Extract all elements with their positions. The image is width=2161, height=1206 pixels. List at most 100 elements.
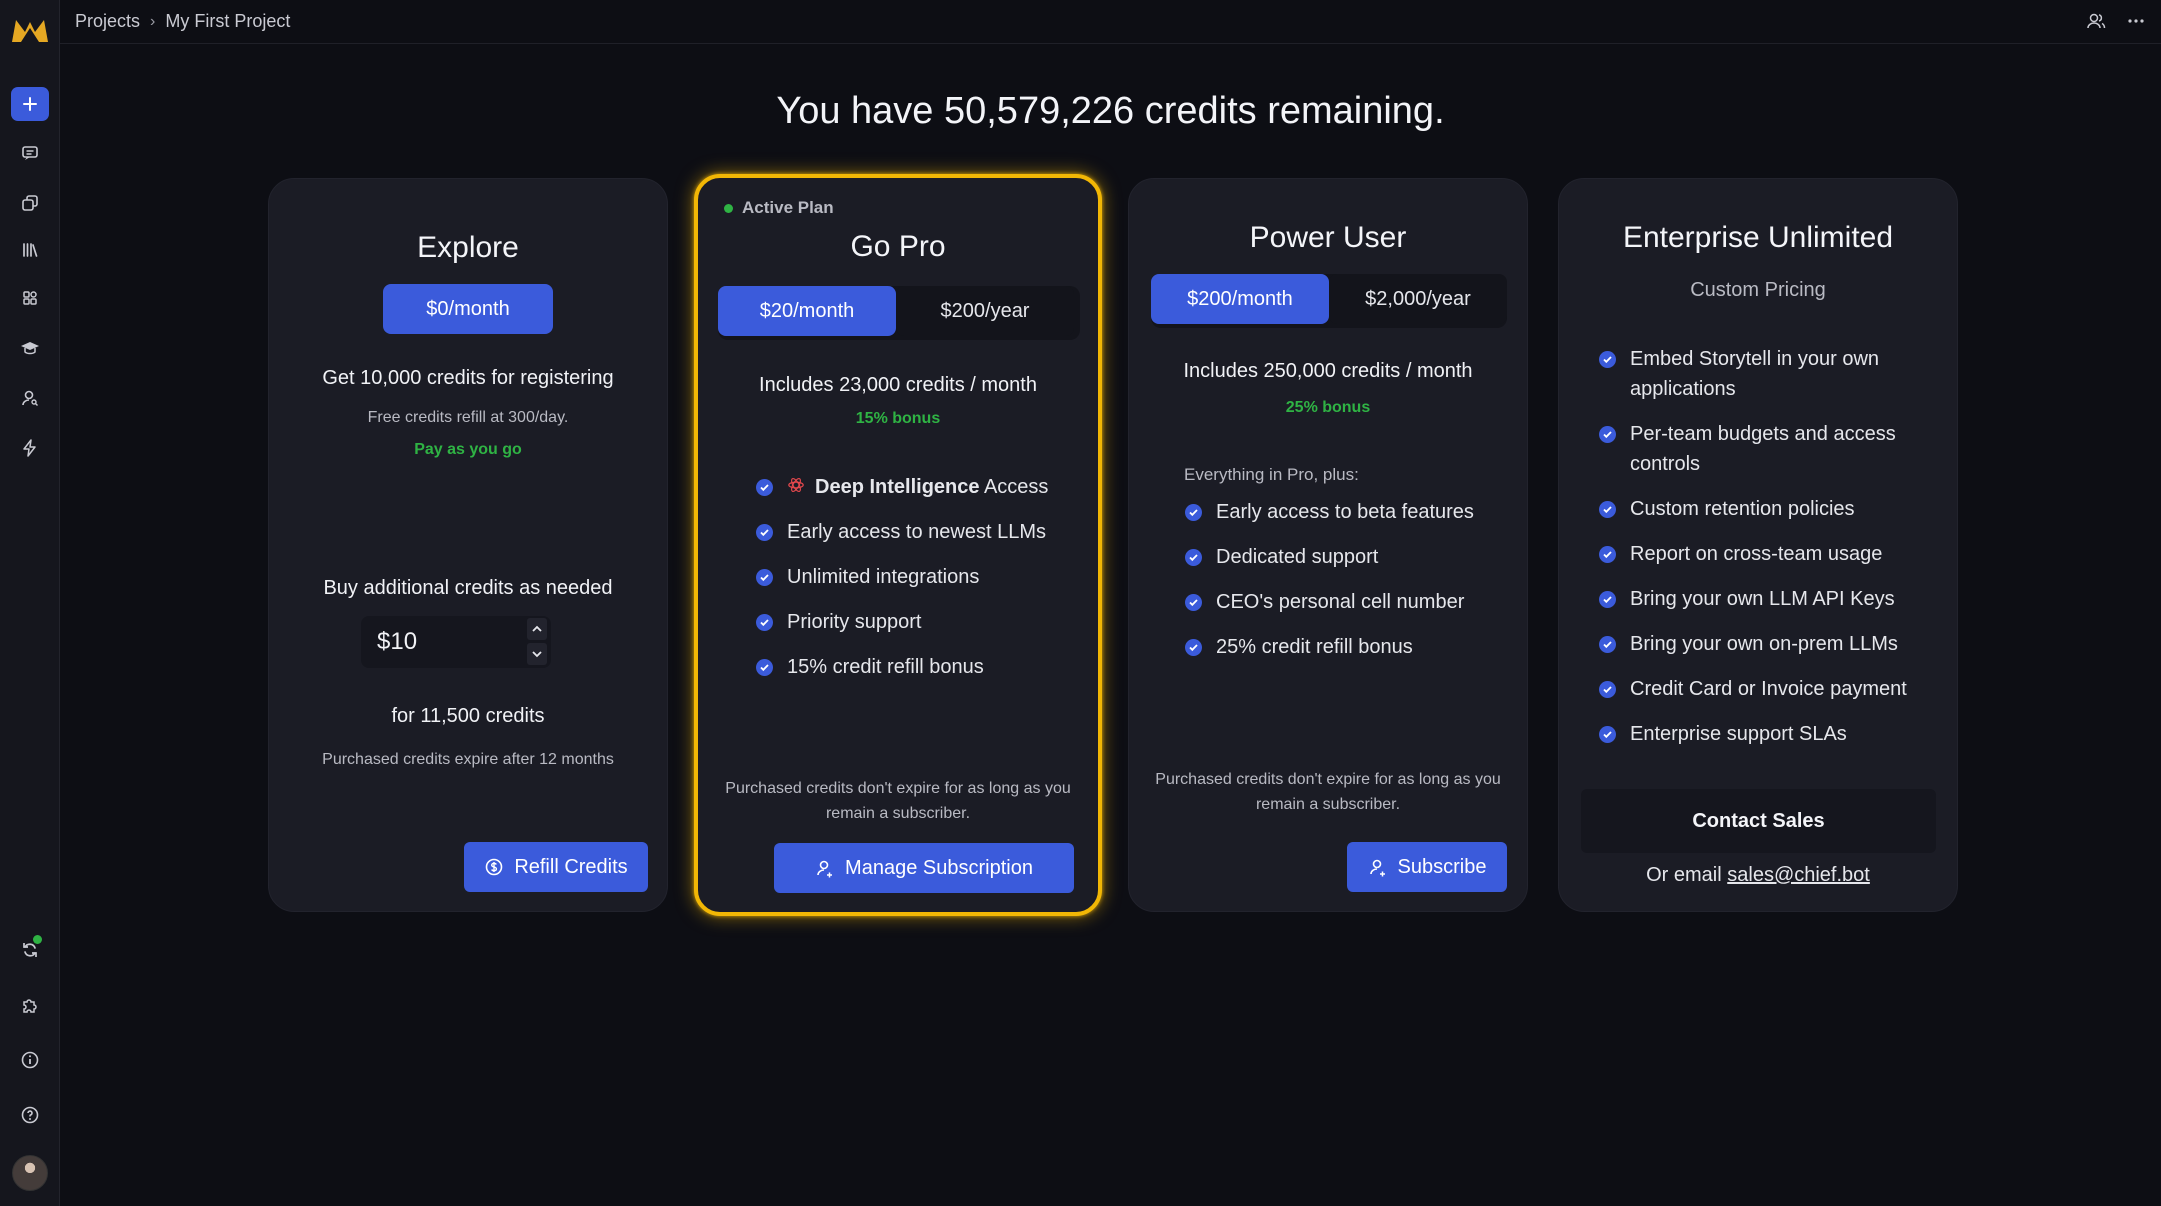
user-avatar[interactable] xyxy=(12,1155,48,1191)
feature-item: Enterprise support SLAs xyxy=(1599,719,1934,749)
help-icon xyxy=(21,1106,39,1124)
refill-credits-button[interactable]: Refill Credits xyxy=(464,842,648,892)
buy-credits-heading: Buy additional credits as needed xyxy=(323,577,613,599)
bolt-icon xyxy=(23,439,36,457)
atom-icon xyxy=(788,478,804,492)
enterprise-feature-list: Embed Storytell in your own applications… xyxy=(1599,344,1934,764)
check-icon xyxy=(1599,501,1616,518)
sidebar-integrations-button[interactable] xyxy=(11,988,49,1022)
chevron-down-icon xyxy=(532,651,542,658)
credit-amount-value[interactable]: $10 xyxy=(377,628,417,656)
sidebar-sync-button[interactable] xyxy=(11,933,49,967)
manage-subscription-button[interactable]: Manage Subscription xyxy=(774,843,1074,893)
check-icon xyxy=(756,524,773,541)
check-icon xyxy=(1599,351,1616,368)
registration-credits-text: Get 10,000 credits for registering xyxy=(322,367,614,389)
sidebar xyxy=(0,0,60,1206)
sidebar-bolt-button[interactable] xyxy=(11,431,49,465)
graduation-cap-icon xyxy=(21,342,39,355)
topbar: Projects › My First Project xyxy=(60,0,2161,44)
plus-icon xyxy=(23,97,37,111)
more-icon[interactable] xyxy=(2125,10,2147,32)
feature-item: Early access to newest LLMs xyxy=(756,517,1048,547)
stepper-arrows xyxy=(527,618,547,666)
power-feature-list: Early access to beta features Dedicated … xyxy=(1185,497,1474,677)
check-icon xyxy=(1599,591,1616,608)
refill-rate-text: Free credits refill at 300/day. xyxy=(367,409,569,426)
sidebar-help-button[interactable] xyxy=(11,1098,49,1132)
crown-logo-icon[interactable] xyxy=(11,16,49,44)
check-icon xyxy=(756,479,773,496)
plan-title: Explore xyxy=(417,231,519,264)
check-icon xyxy=(1185,549,1202,566)
check-icon xyxy=(756,614,773,631)
puzzle-icon xyxy=(23,999,37,1013)
pro-monthly-option[interactable]: $20/month xyxy=(718,286,896,336)
active-status-dot xyxy=(724,203,733,213)
check-icon xyxy=(1599,636,1616,653)
feature-text: Per-team budgets and access controls xyxy=(1630,423,1896,475)
check-icon xyxy=(1185,594,1202,611)
increment-button[interactable] xyxy=(527,618,547,640)
subscribe-button[interactable]: Subscribe xyxy=(1347,842,1507,892)
email-prefix: Or email xyxy=(1646,864,1728,886)
feature-item: CEO's personal cell number xyxy=(1185,587,1474,617)
check-icon xyxy=(1599,546,1616,563)
plan-card-explore: Explore $0/month Get 10,000 credits for … xyxy=(268,178,668,912)
plan-title: Enterprise Unlimited xyxy=(1622,221,1894,254)
sidebar-apps-button[interactable] xyxy=(11,281,49,315)
feature-text: Enterprise support SLAs xyxy=(1630,723,1847,745)
refill-credits-label: Refill Credits xyxy=(514,855,628,878)
plan-card-power-user: Power User $200/month $2,000/year Includ… xyxy=(1128,178,1528,912)
manage-subscription-label: Manage Subscription xyxy=(845,856,1033,879)
plan-card-enterprise: Enterprise Unlimited Custom Pricing Embe… xyxy=(1558,178,1958,912)
explore-price-button[interactable]: $0/month xyxy=(383,284,553,334)
expiry-note: Purchased credits expire after 12 months xyxy=(322,751,614,768)
feature-text: Early access to newest LLMs xyxy=(787,521,1046,543)
feature-strong-text: Deep Intelligence xyxy=(815,476,980,498)
sidebar-info-button[interactable] xyxy=(11,1043,49,1077)
breadcrumb-projects[interactable]: Projects xyxy=(75,11,140,32)
breadcrumb-current[interactable]: My First Project xyxy=(165,11,290,32)
feature-item: 15% credit refill bonus xyxy=(756,652,1048,682)
everything-in-pro-heading: Everything in Pro, plus: xyxy=(1184,465,1359,484)
sidebar-chat-button[interactable] xyxy=(11,136,49,170)
contact-sales-button[interactable]: Contact Sales xyxy=(1581,789,1936,853)
library-icon xyxy=(23,243,38,257)
users-icon[interactable] xyxy=(2085,10,2107,32)
check-icon xyxy=(756,569,773,586)
feature-text: Unlimited integrations xyxy=(787,566,980,588)
chevron-up-icon xyxy=(532,625,542,632)
feature-text: Custom retention policies xyxy=(1630,498,1855,520)
pro-bonus-tag: 15% bonus xyxy=(855,410,941,427)
sidebar-library-button[interactable] xyxy=(11,233,49,267)
feature-item: 25% credit refill bonus xyxy=(1185,632,1474,662)
feature-item: Credit Card or Invoice payment xyxy=(1599,674,1934,704)
feature-text: 15% credit refill bonus xyxy=(787,656,984,678)
credits-for-amount-text: for 11,500 credits xyxy=(391,705,545,727)
check-icon xyxy=(756,659,773,676)
pro-feature-list: Deep Intelligence Access Early access to… xyxy=(756,472,1048,697)
email-line: Or email sales@chief.bot xyxy=(1559,864,1957,887)
power-yearly-option[interactable]: $2,000/year xyxy=(1329,274,1507,324)
chat-icon xyxy=(22,146,38,160)
sidebar-people-button[interactable] xyxy=(11,381,49,415)
credit-amount-stepper[interactable]: $10 xyxy=(361,616,551,668)
power-monthly-option[interactable]: $200/month xyxy=(1151,274,1329,324)
subscribe-label: Subscribe xyxy=(1397,855,1487,878)
pro-yearly-option[interactable]: $200/year xyxy=(896,286,1074,336)
plan-card-go-pro: Active Plan Go Pro $20/month $200/year I… xyxy=(694,174,1102,916)
sidebar-learn-button[interactable] xyxy=(11,331,49,365)
billing-toggle: $200/month $2,000/year xyxy=(1151,274,1507,328)
decrement-button[interactable] xyxy=(527,643,547,665)
apps-icon xyxy=(23,291,37,305)
feature-text: Dedicated support xyxy=(1216,546,1379,568)
sidebar-copy-button[interactable] xyxy=(11,186,49,220)
sales-email-link[interactable]: sales@chief.bot xyxy=(1727,864,1870,886)
power-includes-text: Includes 250,000 credits / month xyxy=(1183,360,1473,382)
feature-item: Bring your own on-prem LLMs xyxy=(1599,629,1934,659)
feature-text: 25% credit refill bonus xyxy=(1216,636,1413,658)
new-button[interactable] xyxy=(11,87,49,121)
custom-pricing-text: Custom Pricing xyxy=(1690,279,1826,301)
feature-text: CEO's personal cell number xyxy=(1216,591,1465,613)
